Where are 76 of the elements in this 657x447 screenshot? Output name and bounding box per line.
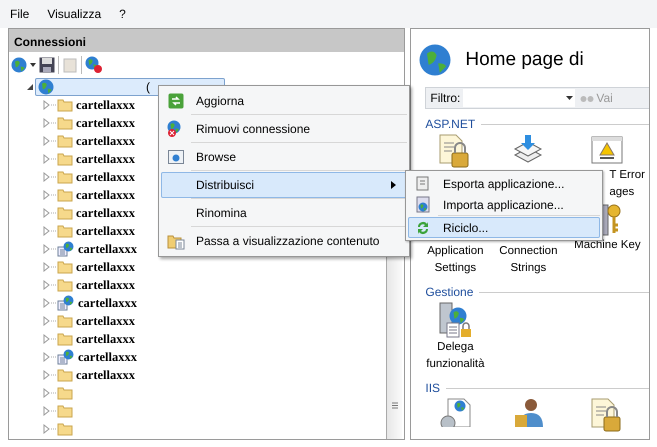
panel-title: Connessioni	[9, 28, 404, 52]
folder-icon	[57, 404, 73, 418]
folder-icon	[57, 206, 73, 220]
folder-icon	[57, 260, 73, 274]
tree-item-label[interactable]: cartellaxxx	[75, 240, 138, 258]
menu-item[interactable]: File	[10, 5, 30, 23]
globe-icon	[419, 44, 452, 76]
filter-field[interactable]	[463, 89, 576, 107]
web-page-globe-icon	[57, 349, 75, 365]
server-globe-lock-icon	[437, 301, 474, 339]
folder-icon	[57, 116, 73, 130]
submenu-arrow-icon	[391, 181, 396, 189]
tile-label[interactable]: Machine Key	[574, 237, 641, 254]
folder-icon	[57, 98, 73, 112]
export-icon	[415, 176, 431, 192]
menu-item[interactable]: Riciclo...	[408, 217, 600, 238]
menu-item[interactable]: Importa applicazione...	[408, 194, 600, 215]
folder-icon	[57, 188, 73, 202]
tree-item-label[interactable]: cartellaxxx	[73, 222, 136, 240]
folder-icon	[57, 224, 73, 238]
tree-item-label[interactable]: cartellaxxx	[73, 366, 136, 384]
menu-item[interactable]: ?	[119, 5, 126, 23]
tree-item-label[interactable]: cartellaxxx	[73, 96, 136, 114]
import-icon	[415, 196, 431, 213]
caret-icon	[566, 96, 574, 100]
menu-item[interactable]: Distribuisci	[161, 172, 407, 198]
tile-label[interactable]: Delega funzionalità	[426, 339, 484, 373]
grip-icon	[392, 402, 398, 409]
web-page-globe-icon	[57, 241, 75, 257]
tree-item-label[interactable]: cartellaxxx	[73, 258, 136, 276]
menu-item[interactable]: Browse	[161, 144, 407, 170]
section-title: IIS	[425, 380, 440, 397]
recycle-icon	[415, 220, 431, 236]
menu-item[interactable]: Visualizza	[47, 5, 102, 23]
gear-page-globe-icon	[438, 397, 472, 427]
clipboard-icon	[62, 57, 78, 73]
browser-window-icon	[168, 150, 184, 164]
folder-icon	[57, 368, 73, 382]
tile-label[interactable]: Application Settings	[427, 243, 484, 277]
page-title: Home page di	[465, 48, 584, 72]
folder-icon	[57, 278, 73, 292]
menu-item[interactable]: Rinomina	[161, 200, 407, 226]
tile-label[interactable]: Connection Strings	[499, 243, 558, 277]
folder-icon	[57, 332, 73, 346]
tree-item-label[interactable]: cartellaxxx	[73, 312, 136, 330]
folder-icon	[57, 134, 73, 148]
menu-item[interactable]: Rimuovi connessione	[161, 116, 407, 142]
section-title: ASP.NET	[425, 116, 476, 133]
tree-item-label[interactable]: cartellaxxx	[75, 294, 138, 312]
folder-icon	[57, 422, 73, 436]
tree-item-label[interactable]: cartellaxxx	[73, 330, 136, 348]
web-page-globe-icon	[57, 295, 75, 311]
folder-icon	[57, 152, 73, 166]
caret-icon	[30, 63, 36, 67]
tree-item-label[interactable]: cartellaxxx	[73, 276, 136, 294]
binoculars-icon	[580, 93, 594, 103]
refresh-icon	[168, 93, 184, 109]
globe-icon	[38, 79, 54, 95]
folder-page-icon	[167, 232, 185, 250]
section-title: Gestione	[425, 284, 474, 301]
filter-label: Filtro:	[430, 90, 460, 107]
tree-item-label[interactable]: cartellaxxx	[73, 150, 136, 168]
tree-item-label[interactable]: cartellaxxx	[75, 348, 138, 366]
folder-icon	[57, 386, 73, 400]
tree-item-label[interactable]: cartellaxxx	[73, 186, 136, 204]
folder-icon	[57, 170, 73, 184]
tree-item-label[interactable]: cartellaxxx	[73, 132, 136, 150]
globe-remove-icon	[85, 56, 103, 74]
globe-connect-icon	[11, 57, 27, 73]
tree-item-label[interactable]: cartellaxxx	[73, 168, 136, 186]
menu-item[interactable]: Esporta applicazione...	[408, 173, 600, 194]
folder-icon	[57, 314, 73, 328]
tree-item-label[interactable]: cartellaxxx	[73, 204, 136, 222]
tile-label[interactable]: T Error ages	[609, 167, 645, 201]
save-icon	[39, 57, 55, 73]
tree-item-label[interactable]: cartellaxxx	[73, 114, 136, 132]
